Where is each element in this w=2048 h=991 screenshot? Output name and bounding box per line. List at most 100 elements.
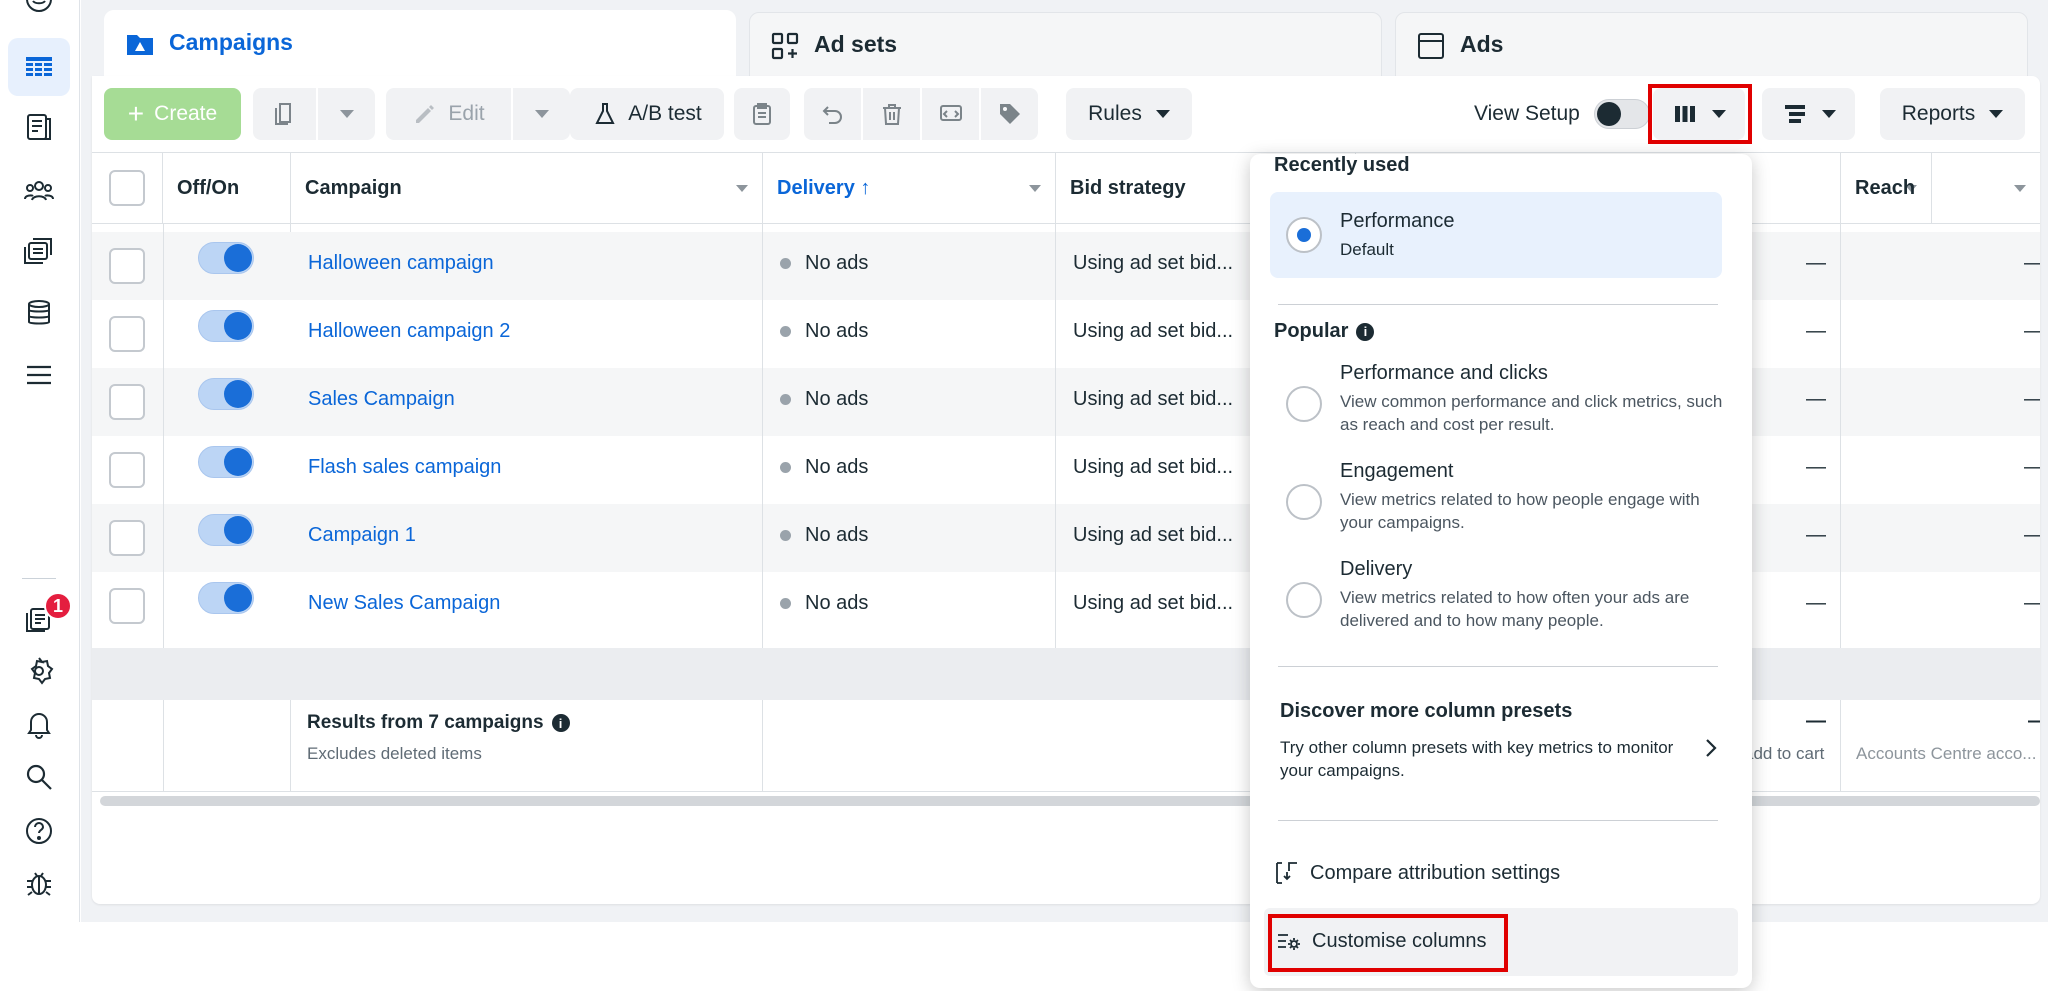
folder-icon <box>125 29 155 59</box>
campaign-name-link[interactable]: Halloween campaign <box>308 232 494 300</box>
status-dot-icon <box>780 258 791 269</box>
duplicate-dropdown-button[interactable] <box>318 88 375 140</box>
preset-performance-and-clicks[interactable]: Performance and clicks View common perfo… <box>1270 362 1722 454</box>
row-toggle-cell <box>198 232 254 300</box>
reach-value: — <box>2024 300 2040 368</box>
info-icon[interactable]: i <box>551 714 570 732</box>
edit-button[interactable]: Edit <box>386 88 511 140</box>
compare-button[interactable] <box>922 88 979 140</box>
create-button[interactable]: + Create <box>104 88 241 140</box>
media-library-icon[interactable] <box>18 230 60 272</box>
bell-icon[interactable] <box>18 703 60 745</box>
info-icon[interactable]: i <box>1356 322 1375 341</box>
campaign-toggle[interactable] <box>198 242 254 274</box>
select-all-checkbox[interactable] <box>109 170 145 206</box>
rules-button[interactable]: Rules <box>1066 88 1192 140</box>
sort-chevron-icon <box>2014 185 2026 192</box>
status-dot-icon <box>780 394 791 405</box>
campaign-toggle[interactable] <box>198 310 254 342</box>
preset-radio[interactable] <box>1286 386 1322 422</box>
columns-button[interactable] <box>1653 88 1745 140</box>
billing-icon[interactable] <box>18 292 60 334</box>
divider <box>290 224 291 232</box>
bid-strategy-value: Using ad set bid... <box>1073 252 1234 274</box>
preset-delivery[interactable]: Delivery View metrics related to how oft… <box>1270 558 1722 650</box>
row-toggle-cell <box>198 436 254 504</box>
ads-manager-table-icon[interactable] <box>8 38 70 96</box>
preset-engagement[interactable]: Engagement View metrics related to how p… <box>1270 460 1722 552</box>
left-navigation-rail: 1 <box>0 0 80 922</box>
row-toggle-cell <box>198 504 254 572</box>
menu-icon[interactable] <box>18 354 60 396</box>
header-reach[interactable]: Reach <box>1840 153 2040 223</box>
tag-icon <box>999 104 1020 124</box>
header-off-on[interactable]: Off/On <box>163 153 291 223</box>
row-checkbox[interactable] <box>109 520 145 556</box>
row-toggle-cell <box>198 368 254 436</box>
tag-button[interactable] <box>981 88 1038 140</box>
campaign-name-link[interactable]: Sales Campaign <box>308 368 455 436</box>
delivery-status: No ads <box>780 300 868 368</box>
row-checkbox[interactable] <box>109 248 145 284</box>
discover-presets[interactable]: Discover more column presets Try other c… <box>1280 700 1720 780</box>
campaign-name-link[interactable]: Halloween campaign 2 <box>308 300 510 368</box>
compare-icon <box>939 105 962 121</box>
compare-attribution-settings[interactable]: Compare attribution settings <box>1274 860 1560 886</box>
header-campaign[interactable]: Campaign <box>291 153 763 223</box>
view-setup[interactable]: View Setup <box>1474 88 1650 140</box>
undo-button[interactable] <box>804 88 861 140</box>
reach-value: — <box>2024 504 2040 572</box>
account-avatar-icon[interactable] <box>18 0 60 20</box>
bid-strategy-value: Using ad set bid... <box>1073 524 1234 546</box>
settings-gear-icon[interactable] <box>18 650 60 692</box>
pages-icon[interactable] <box>18 106 60 148</box>
preset-radio[interactable] <box>1286 484 1322 520</box>
summary-reach-sub: Accounts Centre acco... <box>1856 744 2037 763</box>
tab-ads[interactable]: Ads <box>1395 12 2028 82</box>
divider <box>1278 304 1718 305</box>
row-checkbox[interactable] <box>109 384 145 420</box>
hidden-column-value: — <box>1806 592 1826 614</box>
campaign-toggle[interactable] <box>198 446 254 478</box>
duplicate-button[interactable] <box>253 88 316 140</box>
campaign-toggle[interactable] <box>198 514 254 546</box>
divider <box>1055 224 1056 648</box>
bug-report-icon[interactable] <box>18 862 60 904</box>
row-checkbox-cell <box>109 300 145 368</box>
ab-test-button[interactable]: A/B test <box>570 88 724 140</box>
row-checkbox[interactable] <box>109 316 145 352</box>
row-checkbox-cell <box>109 368 145 436</box>
preset-radio[interactable] <box>1286 582 1322 618</box>
audiences-icon[interactable] <box>18 170 60 212</box>
chevron-down-icon <box>1989 110 2004 118</box>
reports-button[interactable]: Reports <box>1880 88 2025 140</box>
row-checkbox[interactable] <box>109 588 145 624</box>
campaign-name-link[interactable]: Flash sales campaign <box>308 436 501 504</box>
customise-columns-item[interactable]: Customise columns <box>1264 908 1738 976</box>
tab-campaigns-label: Campaigns <box>169 29 293 55</box>
preset-performance-radio[interactable] <box>1286 217 1322 253</box>
delete-button[interactable] <box>863 88 920 140</box>
campaign-name-link[interactable]: Campaign 1 <box>308 504 416 572</box>
pencil-icon <box>416 105 435 123</box>
view-setup-toggle[interactable] <box>1593 99 1650 129</box>
campaign-name-link[interactable]: New Sales Campaign <box>308 572 500 640</box>
preset-performance[interactable]: Performance Default <box>1270 192 1722 278</box>
tab-ads-label: Ads <box>1460 31 1504 57</box>
row-checkbox-cell <box>109 436 145 504</box>
header-delivery[interactable]: Delivery ↑ <box>763 153 1056 223</box>
search-icon[interactable] <box>18 756 60 798</box>
breakdown-button[interactable] <box>1762 88 1855 140</box>
tab-campaigns[interactable]: Campaigns <box>104 10 736 80</box>
help-icon[interactable] <box>18 810 60 852</box>
row-checkbox[interactable] <box>109 452 145 488</box>
clipboard-button[interactable] <box>734 88 790 140</box>
hidden-column-value: — <box>1806 456 1826 478</box>
edit-dropdown-button[interactable] <box>513 88 570 140</box>
campaign-toggle[interactable] <box>198 582 254 614</box>
tab-ad-sets[interactable]: Ad sets <box>749 12 1382 82</box>
summary-reach-value: — <box>2028 710 2040 733</box>
campaign-toggle[interactable] <box>198 378 254 410</box>
summary-col-a-value: — <box>1806 710 1826 732</box>
bid-strategy-value: Using ad set bid... <box>1073 592 1234 614</box>
